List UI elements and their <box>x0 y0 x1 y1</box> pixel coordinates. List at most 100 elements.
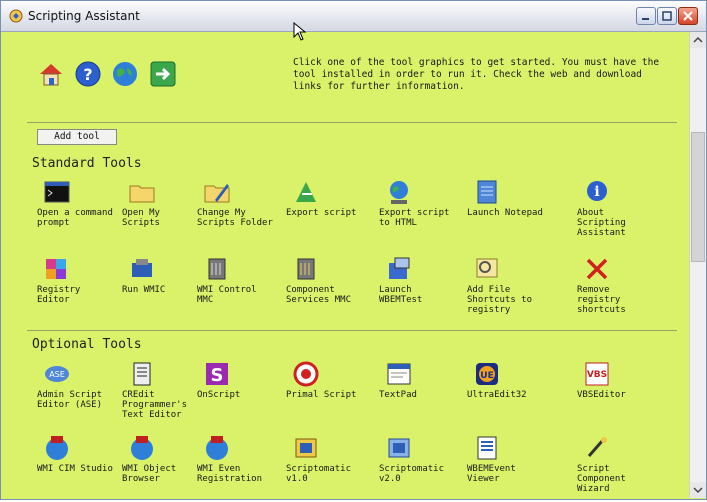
svg-text:UE: UE <box>480 371 493 381</box>
scroll-up-button[interactable] <box>690 32 706 48</box>
credit-icon <box>133 362 151 386</box>
tool-script-component-wizard[interactable]: Script Component Wizard <box>577 434 655 499</box>
tool-label: WMI Even Registration <box>197 464 263 484</box>
info-text: Click one of the tool graphics to get st… <box>293 57 660 92</box>
help-icon[interactable]: ? <box>74 60 102 88</box>
tool-label: UltraEdit32 <box>467 390 527 400</box>
export-icon <box>296 182 316 202</box>
go-arrow-icon[interactable] <box>149 60 177 88</box>
primalscript-icon <box>293 361 319 387</box>
tool-remove-x[interactable]: Remove registry shortcuts <box>577 255 655 327</box>
window-title: Scripting Assistant <box>28 9 140 23</box>
app-icon <box>9 9 23 23</box>
tool-label: Launch Notepad <box>467 208 543 218</box>
tool-folder-pencil[interactable]: Change My Scripts Folder <box>197 178 275 250</box>
tool-label: Change My Scripts Folder <box>197 208 273 228</box>
tool-label: Script Component Wizard <box>577 464 626 494</box>
tool-wbemtest[interactable]: Launch WBEMTest <box>379 255 457 327</box>
tool-notepad[interactable]: Launch Notepad <box>467 178 545 250</box>
tool-wmi-object[interactable]: WMI Object Browser <box>122 434 200 499</box>
tool-label: WMI Control MMC <box>197 285 257 305</box>
script-component-wizard-icon <box>587 437 607 457</box>
tool-label: Component Services MMC <box>286 285 352 305</box>
tool-export[interactable]: Export script <box>286 178 364 250</box>
tool-label: VBSEditor <box>577 390 626 400</box>
remove-x-icon <box>586 258 608 280</box>
tool-wmic[interactable]: Run WMIC <box>122 255 200 327</box>
scroll-thumb[interactable] <box>691 132 705 262</box>
web-globe-icon[interactable] <box>111 60 139 88</box>
divider <box>27 122 677 123</box>
chevron-up-icon <box>693 36 703 43</box>
optional-tools-title: Optional Tools <box>32 337 142 352</box>
tool-scriptomatic1[interactable]: Scriptomatic v1.0 <box>286 434 364 499</box>
tool-onscript[interactable]: S OnScript <box>197 360 275 432</box>
tool-globe-export[interactable]: Export script to HTML <box>379 178 457 250</box>
main-content: ? Click one of the tool graphics to get … <box>1 32 688 499</box>
onscript-icon: S <box>206 363 228 386</box>
folder-icon <box>129 185 155 203</box>
tool-label: WMI CIM Studio <box>37 464 113 474</box>
tool-label: Registry Editor <box>37 285 81 305</box>
tool-wbem-event-viewer[interactable]: WBEMEvent Viewer <box>467 434 545 499</box>
info-icon: i <box>587 181 607 201</box>
tool-label: Open My Scripts <box>122 208 160 228</box>
tool-scriptomatic2[interactable]: Scriptomatic v2.0 <box>379 434 457 499</box>
title-bar[interactable]: Scripting Assistant <box>1 1 706 32</box>
tool-wmi-cim[interactable]: WMI CIM Studio <box>37 434 115 499</box>
wmic-icon <box>132 259 152 277</box>
minimize-icon <box>642 18 649 20</box>
wmi-object-icon <box>131 436 153 460</box>
tool-command-prompt[interactable]: Open a command prompt <box>37 178 115 250</box>
registry-icon <box>46 259 66 279</box>
close-button[interactable] <box>678 7 698 25</box>
svg-text:ASE: ASE <box>49 370 65 379</box>
tool-primalscript[interactable]: Primal Script <box>286 360 364 432</box>
tool-ase[interactable]: ASE Admin Script Editor (ASE) <box>37 360 115 432</box>
tool-label: WBEMEvent Viewer <box>467 464 516 484</box>
svg-text:?: ? <box>83 65 92 84</box>
maximize-icon <box>662 11 672 21</box>
tool-label: About Scripting Assistant <box>577 208 626 238</box>
tool-wmi-control[interactable]: WMI Control MMC <box>197 255 275 327</box>
svg-text:S: S <box>211 365 224 386</box>
tool-label: Add File Shortcuts to registry <box>467 285 533 315</box>
divider <box>27 330 677 331</box>
tool-vbseditor[interactable]: VBS VBSEditor <box>577 360 655 432</box>
tool-label: Primal Script <box>286 390 357 400</box>
tool-component-services[interactable]: Component Services MMC <box>286 255 364 327</box>
globe-export-icon <box>390 181 408 204</box>
wbem-event-viewer-icon <box>477 436 497 460</box>
scriptomatic1-icon <box>295 438 317 458</box>
standard-tools-title: Standard Tools <box>32 156 142 171</box>
maximize-button[interactable] <box>657 7 677 25</box>
tool-ultraedit[interactable]: UE UltraEdit32 <box>467 360 545 432</box>
tool-info[interactable]: i About Scripting Assistant <box>577 178 655 250</box>
tool-label: Remove registry shortcuts <box>577 285 626 315</box>
tool-label: Launch WBEMTest <box>379 285 423 305</box>
tool-folder[interactable]: Open My Scripts <box>122 178 200 250</box>
home-icon[interactable] <box>37 60 65 88</box>
tool-label: Export script to HTML <box>379 208 450 228</box>
tool-label: OnScript <box>197 390 241 400</box>
tool-label: Scriptomatic v2.0 <box>379 464 445 484</box>
close-icon <box>683 11 693 21</box>
app-window: Scripting Assistant ? Click one of the t… <box>0 0 707 500</box>
vertical-scrollbar[interactable] <box>689 32 706 498</box>
wmi-control-icon <box>208 258 226 280</box>
tool-textpad[interactable]: TextPad <box>379 360 457 432</box>
tool-label: WMI Object Browser <box>122 464 177 484</box>
scroll-down-button[interactable] <box>690 482 706 498</box>
add-tool-button[interactable]: Add tool <box>37 129 117 145</box>
tool-label: Scriptomatic v1.0 <box>286 464 352 484</box>
notepad-icon <box>477 180 497 204</box>
mouse-cursor-icon <box>293 22 307 41</box>
minimize-button[interactable] <box>636 7 656 25</box>
tool-add-shortcut[interactable]: Add File Shortcuts to registry <box>467 255 545 327</box>
tool-credit[interactable]: CREdit Programmer's Text Editor <box>122 360 200 432</box>
wbemtest-icon <box>389 257 410 279</box>
chevron-down-icon <box>693 487 703 494</box>
tool-wmi-event-reg[interactable]: WMI Even Registration <box>197 434 275 499</box>
command-prompt-icon <box>44 181 70 203</box>
tool-registry[interactable]: Registry Editor <box>37 255 115 327</box>
